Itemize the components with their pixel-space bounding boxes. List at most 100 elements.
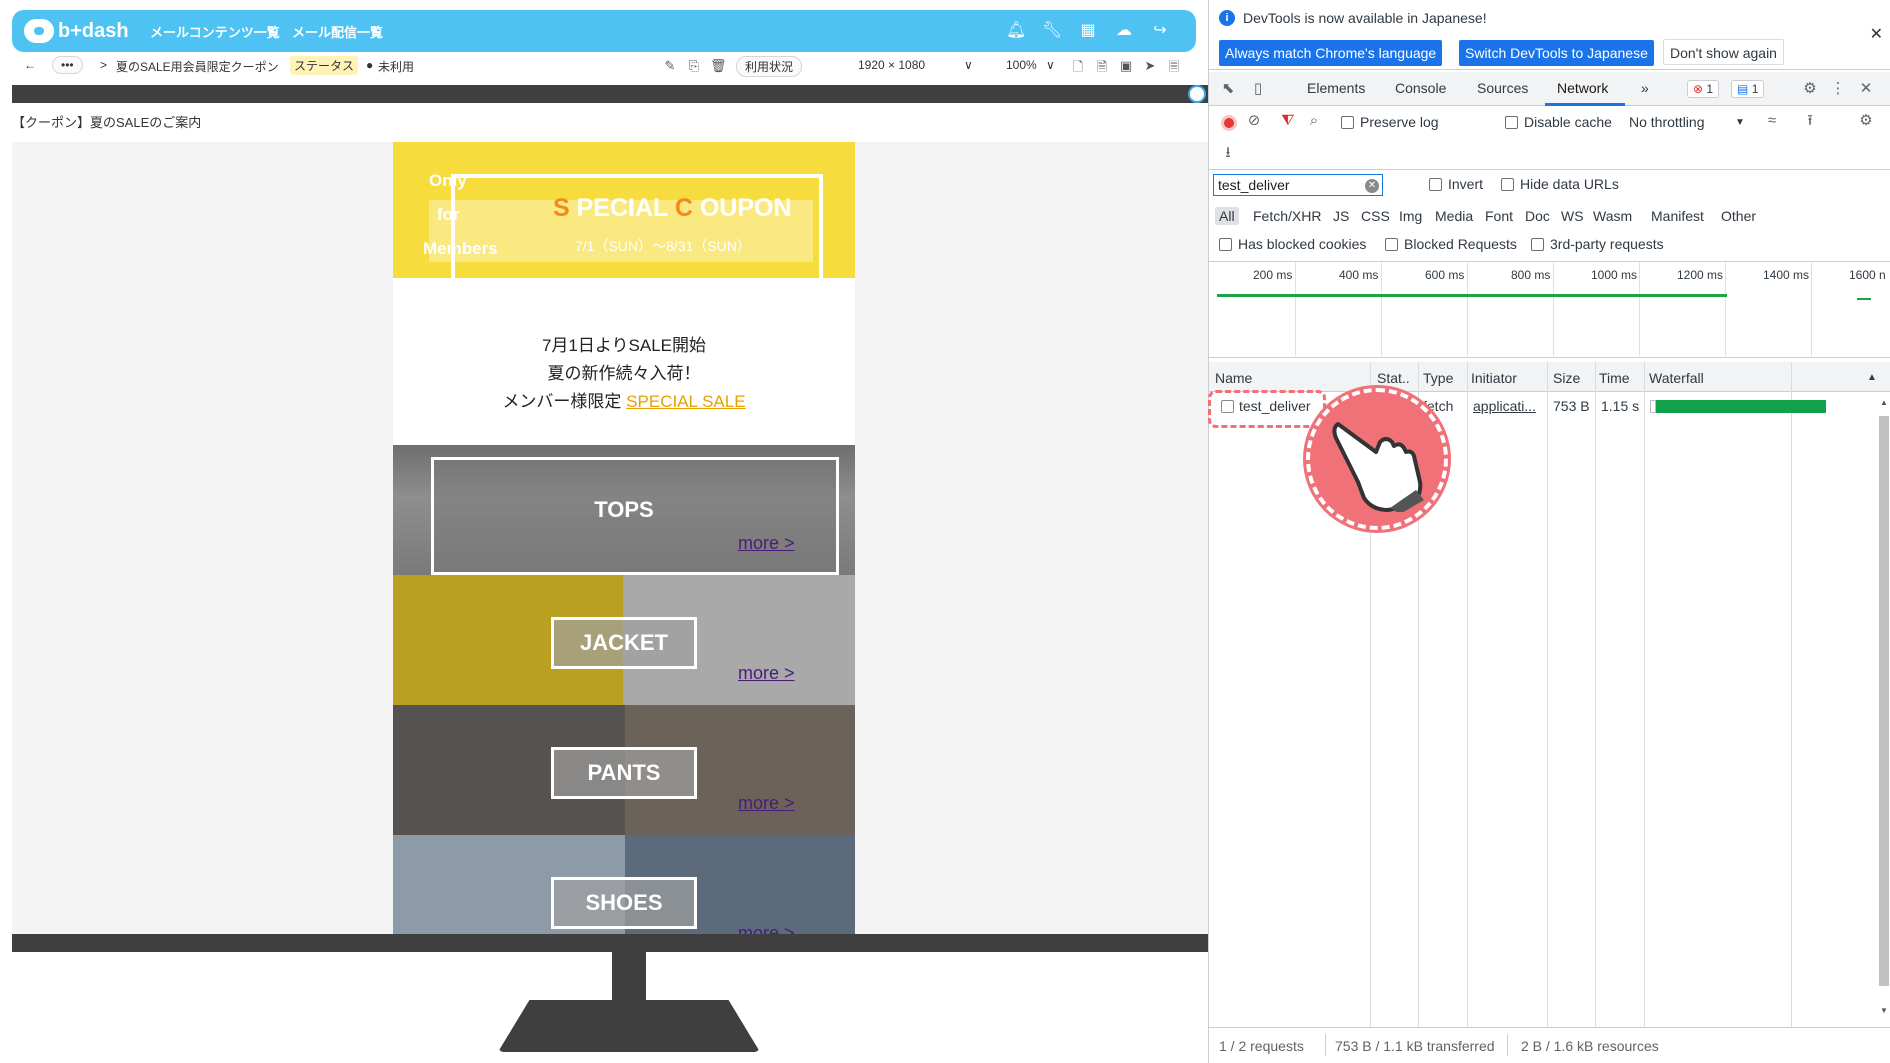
settings-gear-icon[interactable]: ⚙ [1801,80,1819,98]
disable-cache-checkbox[interactable]: Disable cache [1505,114,1612,130]
third-party-box[interactable] [1531,238,1544,251]
filter-type-ws[interactable]: WS [1557,207,1588,225]
column-initiator[interactable]: Initiator [1471,370,1517,386]
tab-sources[interactable]: Sources [1477,80,1528,96]
export-har-icon[interactable]: ⭳ [1219,144,1237,162]
preserve-log-checkbox[interactable]: Preserve log [1341,114,1439,130]
jacket-more-link[interactable]: more > [738,663,795,684]
category-jacket[interactable]: JACKET more > [393,575,855,705]
pants-more-link[interactable]: more > [738,793,795,814]
search-icon[interactable]: ⌕ [1305,112,1323,130]
filter-input[interactable] [1213,174,1383,196]
grid-icon[interactable]: ▦ [1078,21,1098,41]
record-icon[interactable] [1221,115,1237,131]
filter-type-css[interactable]: CSS [1357,207,1394,225]
kebab-menu-icon[interactable]: ⋮ [1829,80,1847,98]
tops-more-link[interactable]: more > [738,533,795,554]
filter-type-doc[interactable]: Doc [1521,207,1554,225]
clear-filter-icon[interactable]: ✕ [1365,179,1379,193]
document-icon[interactable]: 🗎︎ [1094,58,1110,74]
usage-button[interactable]: 利用状況 [736,56,803,77]
sort-up-icon[interactable]: ▲ [1867,372,1877,383]
network-overview-timeline[interactable]: 200 ms 400 ms 600 ms 800 ms 1000 ms 1200… [1209,262,1890,358]
breadcrumb-more[interactable]: ••• [52,56,83,74]
resize-handle[interactable] [1188,85,1206,103]
category-shoes[interactable]: SHOES more > [393,835,855,934]
copy-icon[interactable]: ⎘ [686,58,702,74]
filter-type-all[interactable]: All [1215,207,1239,225]
disable-cache-box[interactable] [1505,116,1518,129]
import-har-icon[interactable]: ⭱ [1801,112,1819,130]
error-count-badge[interactable]: ⊗ 1 [1687,80,1720,98]
blocked-requests-box[interactable] [1385,238,1398,251]
shoes-more-link[interactable]: more > [738,923,795,934]
more-tabs-chevron[interactable]: » [1641,80,1649,96]
cloud-icon[interactable]: ☁ [1114,21,1134,41]
zoom-chevron-icon[interactable]: ∨ [1046,58,1055,72]
category-pants[interactable]: PANTS more > [393,705,855,835]
scroll-down-icon[interactable]: ▼ [1879,1006,1889,1016]
column-waterfall[interactable]: Waterfall [1649,370,1704,386]
tab-console[interactable]: Console [1395,80,1446,96]
resolution-chevron-icon[interactable]: ∨ [964,58,973,72]
column-size[interactable]: Size [1553,370,1580,386]
switch-japanese-button[interactable]: Switch DevTools to Japanese [1459,40,1654,66]
column-status[interactable]: Stat.. [1377,370,1410,386]
network-settings-icon[interactable]: ⚙ [1857,112,1875,130]
tab-network[interactable]: Network [1557,80,1608,96]
hide-data-urls-box[interactable] [1501,178,1514,191]
filter-type-fetch-xhr[interactable]: Fetch/XHR [1249,207,1325,225]
filter-type-font[interactable]: Font [1481,207,1517,225]
column-name[interactable]: Name [1215,370,1252,386]
category-tops[interactable]: TOPS more > [393,445,855,575]
scroll-thumb[interactable] [1879,416,1889,986]
filter-type-other[interactable]: Other [1717,207,1760,225]
resolution-select[interactable]: 1920 × 1080 [858,58,925,72]
blocked-cookies-checkbox[interactable]: Has blocked cookies [1219,236,1366,252]
preserve-log-box[interactable] [1341,116,1354,129]
tab-elements[interactable]: Elements [1307,80,1365,96]
bell-icon[interactable]: 🔔︎ [1006,21,1026,41]
filter-type-media[interactable]: Media [1431,207,1477,225]
filter-type-manifest[interactable]: Manifest [1647,207,1708,225]
filter-type-wasm[interactable]: Wasm [1589,207,1636,225]
filter-type-img[interactable]: Img [1395,207,1426,225]
blocked-requests-checkbox[interactable]: Blocked Requests [1385,236,1517,252]
network-conditions-icon[interactable]: ≈ [1763,112,1781,130]
throttling-select[interactable]: No throttling [1629,114,1704,130]
invert-box[interactable] [1429,178,1442,191]
inspect-element-icon[interactable]: ⬉ [1219,80,1237,98]
close-devtools-icon[interactable]: ✕ [1857,80,1875,98]
special-sale-link[interactable]: SPECIAL SALE [626,392,745,411]
page-icon[interactable]: 🗋︎ [1070,58,1086,74]
third-party-checkbox[interactable]: 3rd-party requests [1531,236,1664,252]
blocked-cookies-box[interactable] [1219,238,1232,251]
invert-checkbox[interactable]: Invert [1429,176,1483,192]
device-toolbar-icon[interactable]: ▯ [1249,80,1267,98]
table-scrollbar[interactable]: ▲ ▼ [1877,394,1890,1024]
filter-icon[interactable]: ⧨ [1279,112,1297,130]
wrench-icon[interactable]: 🔧︎ [1042,21,1062,41]
nav-mail-contents[interactable]: メールコンテンツ一覧 [150,22,280,41]
send-icon[interactable]: ➤ [1142,58,1158,74]
request-initiator[interactable]: applicati... [1473,398,1543,414]
throttling-chevron-icon[interactable]: ▼ [1735,117,1745,128]
edit-icon[interactable]: ✎ [662,58,678,74]
nav-mail-delivery[interactable]: メール配信一覧 [292,22,383,41]
match-language-button[interactable]: Always match Chrome's language [1219,40,1443,66]
zoom-select[interactable]: 100% [1006,58,1037,72]
file-icon[interactable]: 🗏︎ [1166,58,1182,74]
message-count-badge[interactable]: ▤ 1 [1731,80,1765,98]
trash-icon[interactable]: 🗑︎ [710,58,727,74]
dont-show-again-button[interactable]: Don't show again [1663,39,1784,65]
logout-icon[interactable]: ↪ [1150,21,1170,41]
hide-data-urls-checkbox[interactable]: Hide data URLs [1501,176,1619,192]
bdash-logo[interactable]: b+dash [24,19,129,43]
scroll-up-icon[interactable]: ▲ [1879,398,1889,408]
save-icon[interactable]: ▣ [1118,58,1134,74]
clear-icon[interactable]: ⊘ [1245,112,1263,130]
column-time[interactable]: Time [1599,370,1630,386]
column-type[interactable]: Type [1423,370,1453,386]
close-icon[interactable]: ✕ [1870,24,1883,44]
filter-type-js[interactable]: JS [1329,207,1353,225]
